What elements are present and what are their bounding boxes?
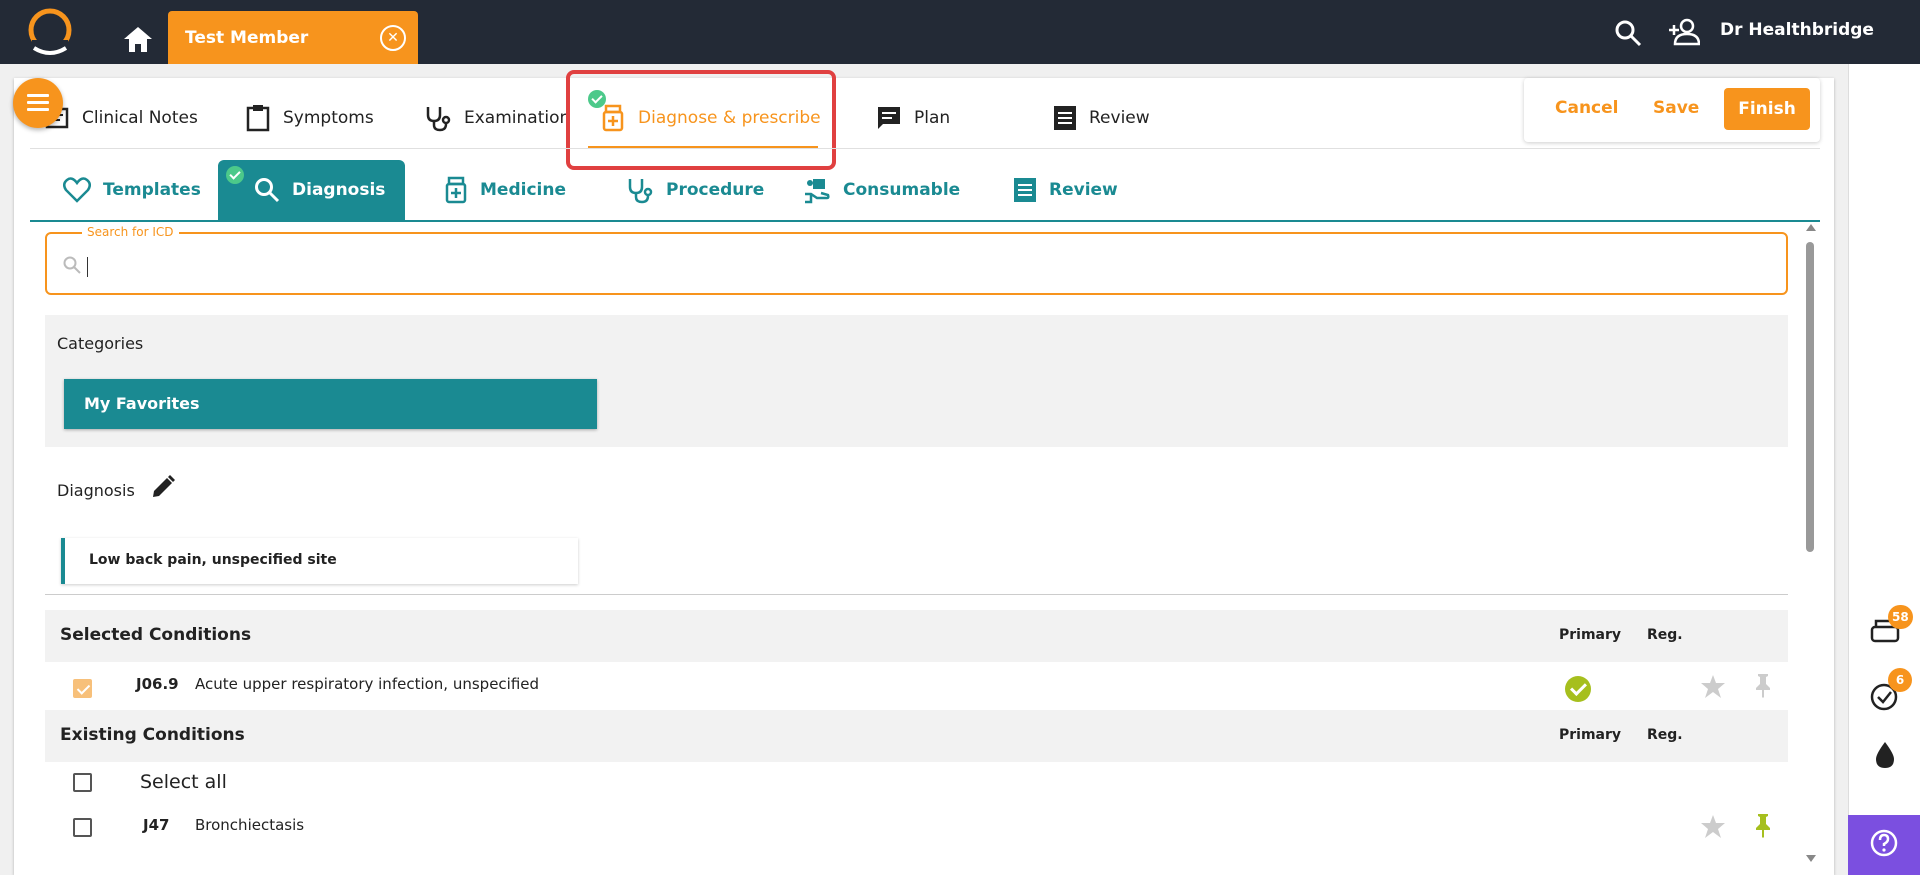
subtab-templates[interactable]: Templates <box>63 172 201 208</box>
column-reg: Reg. <box>1647 727 1683 743</box>
scroll-down-arrow[interactable] <box>1806 855 1816 862</box>
diagnosis-chip[interactable]: Low back pain, unspecified site <box>61 538 578 584</box>
top-bar: Test Member ✕ Dr Healthbridge <box>0 0 1920 64</box>
list-icon <box>1014 178 1036 202</box>
tab-label: Plan <box>914 108 951 128</box>
doctor-name[interactable]: Dr Healthbridge <box>1720 20 1874 40</box>
tab-label: Clinical Notes <box>82 108 198 128</box>
help-button[interactable] <box>1848 815 1920 875</box>
close-icon[interactable]: ✕ <box>380 25 406 51</box>
tab-examination[interactable]: Examination <box>424 100 570 136</box>
column-primary: Primary <box>1559 627 1622 643</box>
subtab-label: Medicine <box>480 180 566 200</box>
diagnosis-label: Diagnosis <box>57 481 135 500</box>
help-icon <box>1870 829 1898 857</box>
stethoscope-icon <box>426 107 451 132</box>
medicine-bottle-icon <box>445 176 467 204</box>
subtab-label: Diagnosis <box>292 180 386 200</box>
favorites-label: My Favorites <box>84 394 200 413</box>
selected-conditions-header <box>45 610 1788 662</box>
select-all-label: Select all <box>140 771 227 793</box>
subtab-label: Review <box>1049 180 1118 200</box>
my-favorites-button[interactable]: My Favorites <box>64 379 597 429</box>
condition-checkbox[interactable] <box>73 818 92 837</box>
column-reg: Reg. <box>1647 627 1683 643</box>
column-primary: Primary <box>1559 727 1622 743</box>
search-icon <box>63 256 81 274</box>
tasks-badge: 6 <box>1888 668 1912 692</box>
search-icon <box>255 178 280 203</box>
scroll-up-arrow[interactable] <box>1806 224 1816 231</box>
subtab-divider <box>30 220 1820 222</box>
categories-label: Categories <box>57 334 144 353</box>
chat-icon <box>878 107 900 129</box>
text-caret <box>87 257 88 277</box>
member-tab-label: Test Member <box>185 28 309 48</box>
condition-description: Acute upper respiratory infection, unspe… <box>195 675 540 693</box>
condition-checkbox[interactable] <box>73 679 92 698</box>
subtab-review[interactable]: Review <box>1013 172 1118 208</box>
tab-label: Symptoms <box>283 108 374 128</box>
search-label: Search for ICD <box>82 225 179 239</box>
hand-icon <box>805 179 830 204</box>
subtab-label: Procedure <box>666 180 765 200</box>
subtab-medicine[interactable]: Medicine <box>444 172 566 208</box>
condition-code: J47 <box>143 816 170 834</box>
home-icon[interactable] <box>122 24 154 54</box>
diagnosis-chip-text: Low back pain, unspecified site <box>89 552 337 568</box>
pin-icon[interactable] <box>1752 672 1774 698</box>
menu-button[interactable] <box>13 78 63 128</box>
tab-symptoms[interactable]: Symptoms <box>245 100 374 136</box>
drop-icon[interactable] <box>1868 738 1902 772</box>
app-logo-icon[interactable] <box>24 8 76 56</box>
cancel-button[interactable]: Cancel <box>1555 98 1618 118</box>
clipboard-icon <box>246 105 270 132</box>
tab-plan[interactable]: Plan <box>876 100 950 136</box>
queue-badge: 58 <box>1888 605 1913 629</box>
stethoscope-icon <box>628 179 653 204</box>
tab-label: Review <box>1089 108 1150 128</box>
save-button[interactable]: Save <box>1653 98 1699 118</box>
existing-conditions-header <box>45 710 1788 762</box>
completed-check-icon <box>226 166 244 184</box>
selected-conditions-title: Selected Conditions <box>60 625 252 645</box>
finish-button[interactable]: Finish <box>1724 88 1810 130</box>
heart-icon <box>63 177 91 203</box>
icd-search-input[interactable] <box>45 232 1788 295</box>
subtab-label: Consumable <box>843 180 961 200</box>
search-icon[interactable] <box>1614 19 1642 47</box>
tab-label: Examination <box>464 108 571 128</box>
edit-pencil-icon[interactable] <box>150 474 176 500</box>
existing-conditions-list <box>45 762 1788 875</box>
condition-description: Bronchiectasis <box>195 816 305 834</box>
subtab-procedure[interactable]: Procedure <box>626 172 764 208</box>
star-icon[interactable] <box>1700 813 1726 839</box>
pin-icon[interactable] <box>1752 812 1774 838</box>
star-icon[interactable] <box>1700 673 1726 699</box>
highlight-annotation <box>566 70 836 170</box>
tab-review[interactable]: Review <box>1053 100 1150 136</box>
existing-conditions-title: Existing Conditions <box>60 725 245 745</box>
primary-check-icon[interactable] <box>1565 676 1591 702</box>
add-user-icon[interactable] <box>1668 18 1700 46</box>
subtab-consumable[interactable]: Consumable <box>803 172 960 208</box>
scrollbar-thumb[interactable] <box>1806 242 1814 552</box>
list-icon <box>1054 106 1076 130</box>
tab-clinical-notes[interactable]: Clinical Notes <box>44 100 198 136</box>
subtab-label: Templates <box>103 180 201 200</box>
select-all-checkbox[interactable] <box>73 773 92 792</box>
condition-code: J06.9 <box>136 675 179 693</box>
subtab-diagnosis[interactable]: Diagnosis <box>254 172 385 208</box>
member-tab[interactable]: Test Member ✕ <box>168 11 418 64</box>
tab-divider <box>30 148 1820 149</box>
